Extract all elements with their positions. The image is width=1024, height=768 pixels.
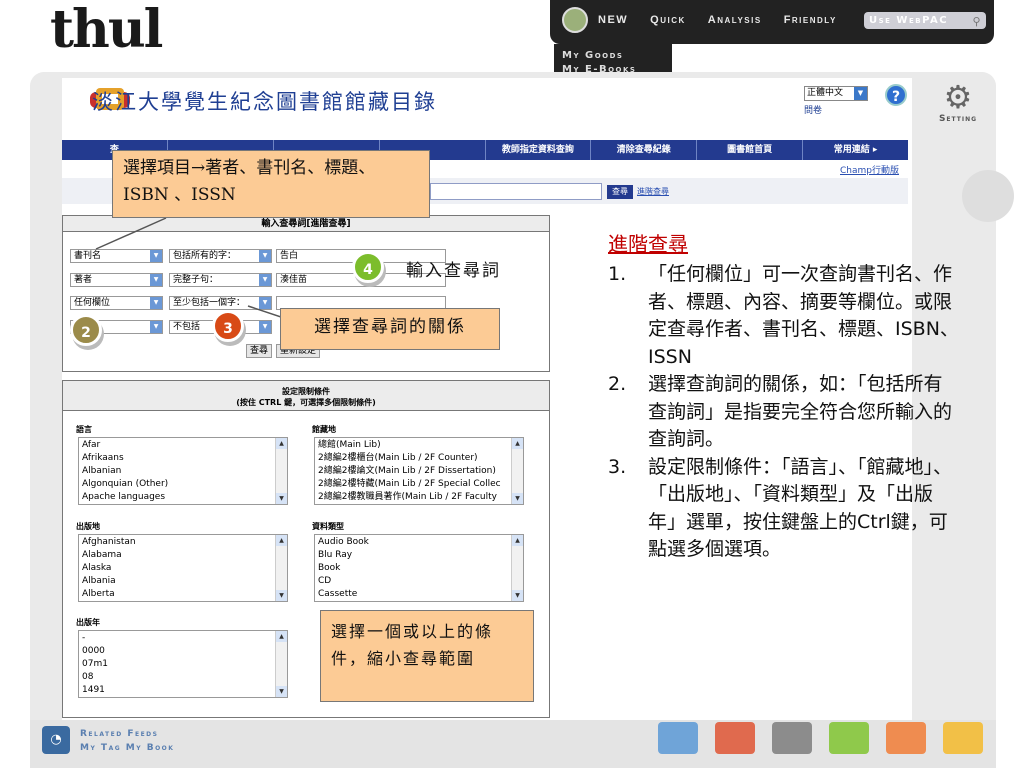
- step-badge-2: 2: [70, 314, 102, 346]
- instruction-item: 1. 「任何欄位」可一次查詢書刊名、作者、標題、內容、摘要等欄位。或限定查尋作者、…: [608, 261, 960, 371]
- my-tag-book-links[interactable]: My Tag My Book: [80, 741, 174, 755]
- callout-limits: 選擇一個或以上的條件，縮小查尋範圍: [320, 610, 534, 702]
- item-number: 1.: [608, 263, 627, 285]
- color-swatch[interactable]: [772, 722, 812, 754]
- color-swatch[interactable]: [715, 722, 755, 754]
- instructions-heading: 進階查尋: [608, 232, 688, 256]
- item-text: 「任何欄位」可一次查詢書刊名、作者、標題、內容、摘要等欄位。或限定查尋作者、書刊…: [648, 263, 959, 368]
- step-badge-4: 4: [352, 251, 384, 283]
- instructions: 進階查尋 1. 「任何欄位」可一次查詢書刊名、作者、標題、內容、摘要等欄位。或限定…: [608, 228, 960, 564]
- related-feeds-link[interactable]: Related Feeds: [80, 727, 174, 741]
- callout-choose-field: 選擇項目→著者、書刊名、標題、ISBN 、ISSN: [112, 150, 430, 218]
- color-swatch[interactable]: [829, 722, 869, 754]
- instruction-item: 3. 設定限制條件：「語言」、「館藏地」、「出版地」、「資料類型」及「出版年」選單…: [608, 454, 960, 564]
- color-swatch[interactable]: [658, 722, 698, 754]
- callout-relation: 選擇查尋詞的關係: [280, 308, 500, 350]
- color-swatch[interactable]: [886, 722, 926, 754]
- callout-input-term: 輸入查尋詞: [406, 261, 501, 281]
- item-text: 選擇查詢詞的關係，如：「包括所有查詢詞」是指要完全符合您所輸入的查詢詞。: [648, 373, 953, 450]
- item-number: 2.: [608, 373, 627, 395]
- rss-icon[interactable]: ◔: [42, 726, 70, 754]
- instructions-list: 1. 「任何欄位」可一次查詢書刊名、作者、標題、內容、摘要等欄位。或限定查尋作者、…: [608, 261, 960, 564]
- item-text: 設定限制條件：「語言」、「館藏地」、「出版地」、「資料類型」及「出版年」選單，按…: [648, 455, 953, 561]
- instruction-item: 2. 選擇查詢詞的關係，如：「包括所有查詢詞」是指要完全符合您所輸入的查詢詞。: [608, 371, 960, 454]
- step-badge-3: 3: [212, 310, 244, 342]
- color-swatch[interactable]: [943, 722, 983, 754]
- item-number: 3.: [608, 455, 627, 478]
- footer-links: Related Feeds My Tag My Book: [80, 727, 174, 755]
